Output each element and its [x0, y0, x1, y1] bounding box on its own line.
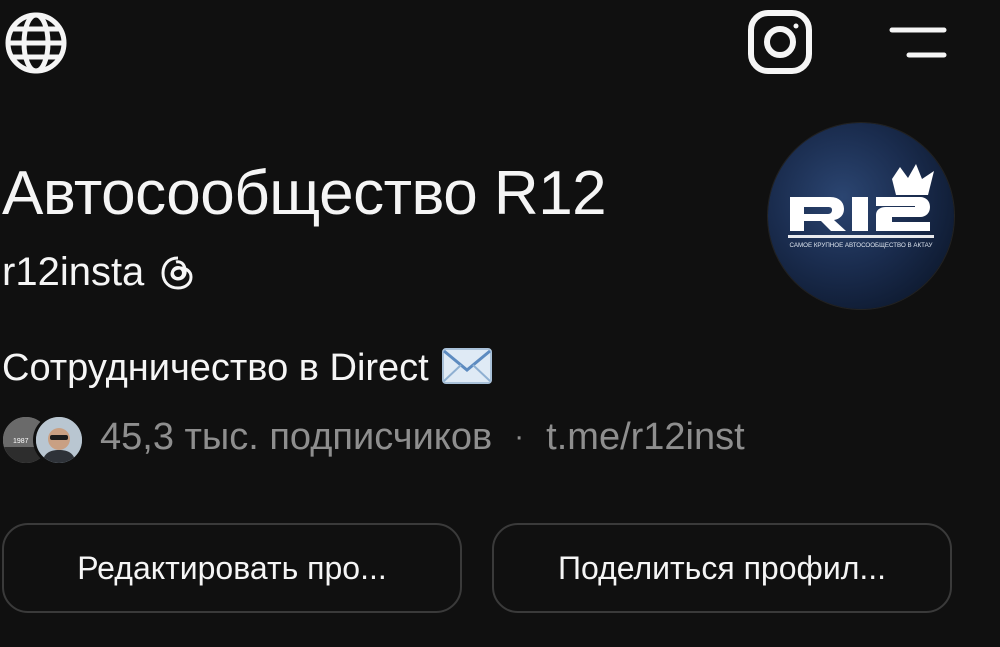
instagram-icon[interactable] [746, 8, 814, 76]
followers-row: 1987 45,3 тыс. подписчиков · t.me/r12ins… [0, 408, 745, 466]
threads-icon[interactable] [158, 253, 198, 293]
username: r12insta [2, 250, 145, 294]
svg-text:1987: 1987 [13, 438, 29, 445]
avatar-tagline: САМОЕ КРУПНОЕ АВТОСООБЩЕСТВО В АКТАУ [790, 242, 933, 249]
username-row: r12insta [2, 250, 198, 295]
follower-avatars[interactable]: 1987 [0, 410, 90, 466]
followers-count[interactable]: 45,3 тыс. подписчиков [100, 416, 492, 459]
bio-row: Сотрудничество в Direct [2, 346, 493, 391]
edit-profile-button[interactable]: Редактировать про... [2, 523, 462, 613]
profile-name: Автосообщество R12 [2, 159, 607, 228]
globe-icon[interactable] [3, 10, 69, 76]
bio-text: Сотрудничество в Direct [2, 347, 429, 389]
profile-link[interactable]: t.me/r12inst [546, 416, 745, 459]
menu-icon[interactable] [886, 22, 950, 64]
profile-avatar[interactable]: САМОЕ КРУПНОЕ АВТОСООБЩЕСТВО В АКТАУ [768, 123, 954, 309]
share-profile-button[interactable]: Поделиться профил... [492, 523, 952, 613]
top-bar [0, 0, 1000, 90]
separator-dot: · [514, 420, 525, 453]
envelope-icon [441, 346, 493, 391]
follower-avatar [33, 414, 85, 466]
